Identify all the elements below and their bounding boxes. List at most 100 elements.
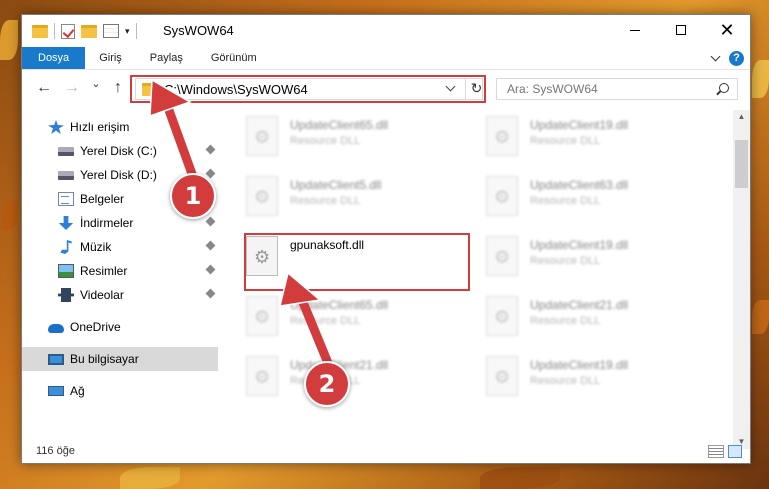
tab-giris[interactable]: Giriş xyxy=(85,47,136,69)
sidebar-item-quick-access[interactable]: Hızlı erişim xyxy=(22,115,218,139)
file-type: Resource DLL xyxy=(530,195,601,207)
sidebar-item-label: Bu bilgisayar xyxy=(70,352,139,366)
music-note-icon xyxy=(60,240,72,254)
minimize-button[interactable] xyxy=(612,15,658,45)
sidebar-item-label: Yerel Disk (C:) xyxy=(80,144,157,158)
dll-file-icon xyxy=(486,176,518,216)
new-folder-icon[interactable] xyxy=(81,24,97,38)
sidebar-item-pictures[interactable]: Resimler xyxy=(22,259,218,283)
sidebar-item-label: Resimler xyxy=(80,264,128,278)
background-leaf xyxy=(752,300,769,334)
title-bar: ▾ SysWOW64 ✕ xyxy=(22,15,750,47)
file-highlight-box xyxy=(244,233,470,291)
dll-file-icon xyxy=(486,296,518,336)
toolbar-separator xyxy=(54,23,55,39)
file-type: Resource DLL xyxy=(530,375,601,387)
file-name: UpdateClient65.dll xyxy=(290,118,389,132)
dll-file-icon xyxy=(246,116,278,156)
file-item[interactable]: UpdateClient65.dll Resource DLL xyxy=(242,290,472,342)
file-name: UpdateClient63.dll xyxy=(530,178,629,192)
pin-icon xyxy=(205,288,216,299)
window-controls: ✕ xyxy=(612,15,750,45)
tab-dosya[interactable]: Dosya xyxy=(22,47,86,69)
file-type: Resource DLL xyxy=(290,195,361,207)
pin-icon xyxy=(205,264,216,275)
file-item[interactable]: UpdateClient21.dll Resource DLL xyxy=(242,350,472,402)
disk-icon xyxy=(58,146,74,156)
vertical-scrollbar[interactable]: ▲ ▼ xyxy=(733,110,750,449)
sidebar-item-label: İndirmeler xyxy=(80,216,134,230)
explorer-window: ▾ SysWOW64 ✕ Dosya Giriş Paylaş Görünüm … xyxy=(21,14,751,464)
address-row: ← → ⌄ ↑ C:\Windows\SysWOW64 ↻ Ara: SysWO… xyxy=(22,75,750,103)
recent-locations-button[interactable]: ⌄ xyxy=(86,77,106,90)
background-leaf xyxy=(120,467,180,489)
sidebar-item-this-pc[interactable]: Bu bilgisayar xyxy=(22,347,218,371)
dll-file-icon xyxy=(246,356,278,396)
sidebar-item-local-disk-c[interactable]: Yerel Disk (C:) xyxy=(22,139,218,163)
pin-icon xyxy=(205,144,216,155)
back-button[interactable]: ← xyxy=(34,79,54,97)
tab-gorunum[interactable]: Görünüm xyxy=(197,47,271,69)
navigation-pane: Hızlı erişim Yerel Disk (C:) Yerel Disk … xyxy=(22,115,218,445)
close-button[interactable]: ✕ xyxy=(704,15,750,45)
properties-list-icon[interactable] xyxy=(103,24,119,38)
help-icon[interactable]: ? xyxy=(729,50,744,66)
minimize-icon xyxy=(630,29,640,31)
ribbon-tabs: Dosya Giriş Paylaş Görünüm ? xyxy=(22,47,750,70)
expand-ribbon-chevron-icon[interactable] xyxy=(710,51,721,61)
pictures-icon xyxy=(58,264,74,278)
sidebar-item-network[interactable]: Ağ xyxy=(22,379,218,403)
maximize-button[interactable] xyxy=(658,15,704,45)
up-button[interactable]: ↑ xyxy=(108,79,128,97)
scroll-up-icon[interactable]: ▲ xyxy=(733,110,750,124)
ribbon-help-area: ? xyxy=(710,47,750,69)
details-view-icon[interactable] xyxy=(708,445,724,458)
pin-icon xyxy=(205,240,216,251)
file-item[interactable]: UpdateClient19.dll Resource DLL xyxy=(482,110,712,162)
file-type: Resource DLL xyxy=(290,135,361,147)
file-name: UpdateClient19.dll xyxy=(530,358,629,372)
item-count: 116 öğe xyxy=(36,445,75,457)
computer-icon xyxy=(48,353,64,365)
sidebar-item-music[interactable]: Müzik xyxy=(22,235,218,259)
sidebar-item-videos[interactable]: Videolar xyxy=(22,283,218,307)
step-1-badge: 1 xyxy=(170,173,216,219)
search-icon[interactable] xyxy=(719,83,729,93)
forward-button[interactable]: → xyxy=(62,79,82,97)
documents-icon xyxy=(58,192,74,206)
dll-file-icon xyxy=(486,356,518,396)
file-item[interactable]: UpdateClient21.dll Resource DLL xyxy=(482,290,712,342)
search-input[interactable]: Ara: SysWOW64 xyxy=(496,78,738,100)
tab-paylas[interactable]: Paylaş xyxy=(136,47,197,69)
sidebar-item-label: Videolar xyxy=(80,288,124,302)
background-leaf xyxy=(2,200,18,230)
file-item[interactable]: UpdateClient63.dll Resource DLL xyxy=(482,170,712,222)
file-item[interactable]: UpdateClient5.dll Resource DLL xyxy=(242,170,472,222)
window-title: SysWOW64 xyxy=(163,23,234,38)
quick-access-toolbar: ▾ xyxy=(32,23,137,39)
sidebar-item-label: Belgeler xyxy=(80,192,125,206)
file-name: UpdateClient21.dll xyxy=(530,298,629,312)
network-icon xyxy=(48,386,64,396)
properties-check-icon[interactable] xyxy=(61,23,75,39)
file-item[interactable]: UpdateClient19.dll Resource DLL xyxy=(482,350,712,402)
maximize-icon xyxy=(676,25,686,35)
download-arrow-icon xyxy=(58,216,74,230)
folder-icon[interactable] xyxy=(32,24,48,38)
sidebar-item-label: OneDrive xyxy=(70,320,121,334)
toolbar-separator xyxy=(135,23,137,39)
sidebar-item-onedrive[interactable]: OneDrive xyxy=(22,315,218,339)
cloud-icon xyxy=(48,324,64,333)
scrollbar-thumb[interactable] xyxy=(735,140,748,188)
file-name: UpdateClient19.dll xyxy=(530,118,629,132)
file-item[interactable]: UpdateClient65.dll Resource DLL xyxy=(242,110,472,162)
file-item[interactable]: UpdateClient19.dll Resource DLL xyxy=(482,230,712,282)
background-leaf xyxy=(480,467,560,489)
star-icon xyxy=(48,120,64,134)
dll-file-icon xyxy=(486,116,518,156)
step-2-badge: 2 xyxy=(304,361,350,407)
customize-toolbar-chevron-icon[interactable]: ▾ xyxy=(125,26,130,37)
large-icons-view-icon[interactable] xyxy=(728,445,742,458)
disk-icon xyxy=(58,170,74,180)
dll-file-icon xyxy=(246,176,278,216)
